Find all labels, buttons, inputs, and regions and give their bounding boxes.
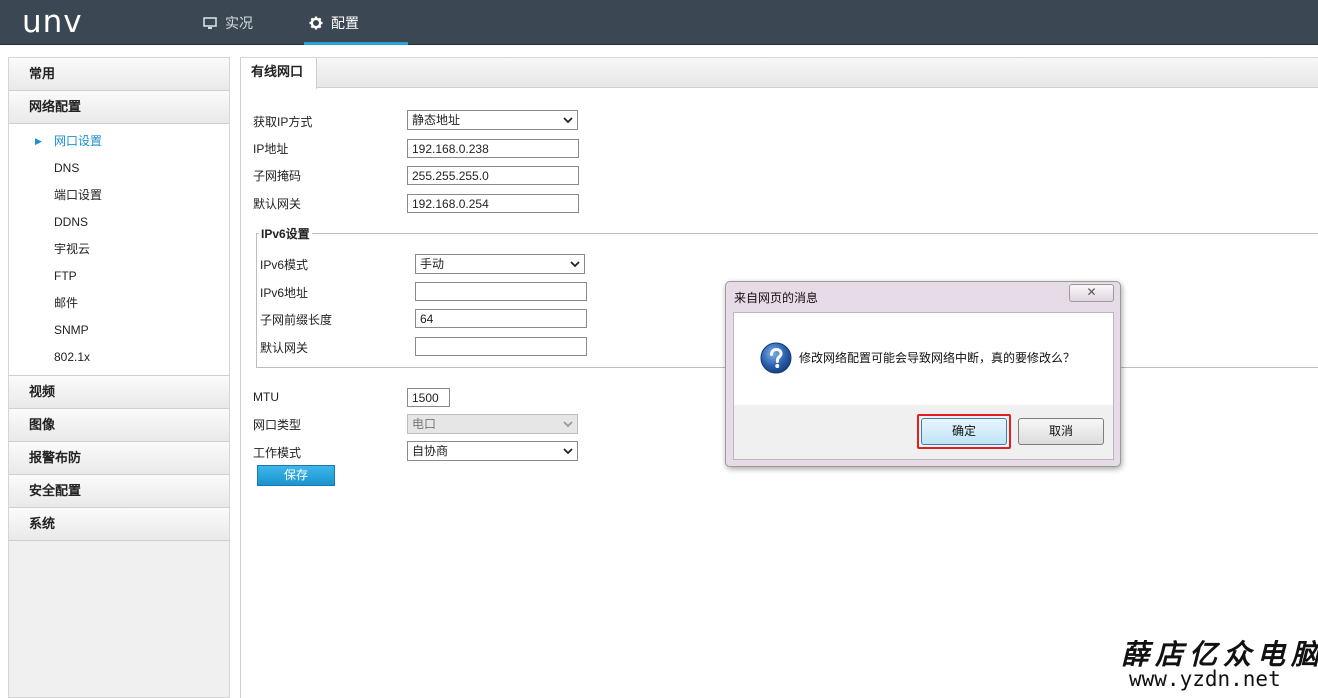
- chevron-down-icon: [570, 261, 580, 268]
- sidebar-item-dns[interactable]: DNS: [9, 155, 229, 182]
- unv-logo: unv: [22, 4, 83, 40]
- subnet-mask-label: 子网掩码: [253, 168, 302, 183]
- sidebar-item-label: 网口设置: [54, 134, 103, 148]
- question-icon: [760, 342, 792, 374]
- tab-config-label: 配置: [331, 14, 359, 31]
- chevron-down-icon: [563, 117, 573, 124]
- prefix-length-input[interactable]: [415, 309, 587, 328]
- ip-mode-value: 静态地址: [412, 113, 461, 127]
- ip-address-label: IP地址: [253, 141, 289, 156]
- tab-wired-port[interactable]: 有线网口: [241, 58, 317, 89]
- ipv6-mode-label: IPv6模式: [260, 257, 309, 272]
- ip-address-input[interactable]: [407, 139, 579, 158]
- save-button[interactable]: 保存: [257, 465, 335, 486]
- sidebar-network-submenu: ▶ 网口设置 DNS 端口设置 DDNS 宇视云 FTP 邮件 SNMP 802…: [9, 124, 229, 376]
- confirm-dialog: 来自网页的消息 ✕ 修改网络配置可能会导致网络中断，真的要修改么？ 确定 取消: [725, 281, 1121, 467]
- port-type-label: 网口类型: [253, 417, 302, 432]
- ipv6-address-input[interactable]: [415, 282, 587, 301]
- gateway-label: 默认网关: [253, 196, 302, 211]
- prefix-length-label: 子网前缀长度: [260, 312, 333, 327]
- sidebar-item-email[interactable]: 邮件: [9, 290, 229, 317]
- chevron-down-icon: [563, 448, 573, 455]
- mtu-label: MTU: [253, 390, 279, 404]
- work-mode-value: 自协商: [412, 444, 449, 458]
- ipv6-gateway-label: 默认网关: [260, 340, 309, 355]
- dialog-body: 修改网络配置可能会导致网络中断，真的要修改么？ 确定 取消: [733, 312, 1114, 460]
- tab-live-label: 实况: [225, 14, 253, 31]
- mtu-input[interactable]: [407, 388, 450, 407]
- sidebar-item-ftp[interactable]: FTP: [9, 263, 229, 290]
- ip-mode-label: 获取IP方式: [253, 114, 313, 129]
- sidebar-group-system[interactable]: 系统: [9, 508, 229, 541]
- tab-live-view[interactable]: 实况: [203, 0, 293, 45]
- top-navbar: unv 实况 配置: [0, 0, 1318, 45]
- close-button[interactable]: ✕: [1069, 284, 1114, 302]
- dialog-message-area: 修改网络配置可能会导致网络中断，真的要修改么？: [734, 313, 1113, 405]
- ipv6-mode-select[interactable]: 手动: [415, 254, 585, 274]
- dialog-message: 修改网络配置可能会导致网络中断，真的要修改么？: [799, 351, 1076, 365]
- sidebar-item-port-settings[interactable]: ▶ 网口设置: [9, 128, 229, 155]
- sidebar-group-video[interactable]: 视频: [9, 376, 229, 409]
- tab-config[interactable]: 配置: [304, 0, 408, 45]
- chevron-down-icon: [563, 421, 573, 428]
- ipv6-address-label: IPv6地址: [260, 285, 309, 300]
- sidebar-item-cloud[interactable]: 宇视云: [9, 236, 229, 263]
- sidebar: 常用 网络配置 ▶ 网口设置 DNS 端口设置 DDNS 宇视云 FTP 邮件 …: [8, 57, 230, 698]
- watermark-url: www.yzdn.net: [1129, 667, 1281, 691]
- sidebar-item-ports[interactable]: 端口设置: [9, 182, 229, 209]
- port-type-value: 电口: [412, 417, 437, 431]
- sidebar-item-snmp[interactable]: SNMP: [9, 317, 229, 344]
- subnet-mask-input[interactable]: [407, 166, 579, 185]
- sidebar-group-alarm[interactable]: 报警布防: [9, 442, 229, 475]
- dialog-title: 来自网页的消息: [734, 291, 819, 305]
- sidebar-group-common[interactable]: 常用: [9, 58, 229, 91]
- ipv6-legend: IPv6设置: [259, 225, 312, 242]
- cancel-button[interactable]: 取消: [1018, 418, 1104, 445]
- monitor-icon: [203, 16, 217, 29]
- sidebar-group-image[interactable]: 图像: [9, 409, 229, 442]
- ip-mode-select[interactable]: 静态地址: [407, 110, 578, 130]
- ipv6-gateway-input[interactable]: [415, 337, 587, 356]
- ok-button[interactable]: 确定: [921, 418, 1007, 445]
- gear-icon: [309, 16, 323, 29]
- ipv6-mode-value: 手动: [420, 257, 445, 271]
- sidebar-group-network[interactable]: 网络配置: [9, 91, 229, 124]
- sidebar-item-ddns[interactable]: DDNS: [9, 209, 229, 236]
- content-tabstrip: 有线网口: [241, 57, 1318, 89]
- work-mode-select[interactable]: 自协商: [407, 441, 578, 461]
- sidebar-item-8021x[interactable]: 802.1x: [9, 344, 229, 371]
- gateway-input[interactable]: [407, 194, 579, 213]
- port-type-select: 电口: [407, 414, 578, 434]
- sidebar-group-security[interactable]: 安全配置: [9, 475, 229, 508]
- work-mode-label: 工作模式: [253, 445, 302, 460]
- triangle-right-icon: ▶: [35, 136, 42, 146]
- close-icon: ✕: [1086, 285, 1097, 299]
